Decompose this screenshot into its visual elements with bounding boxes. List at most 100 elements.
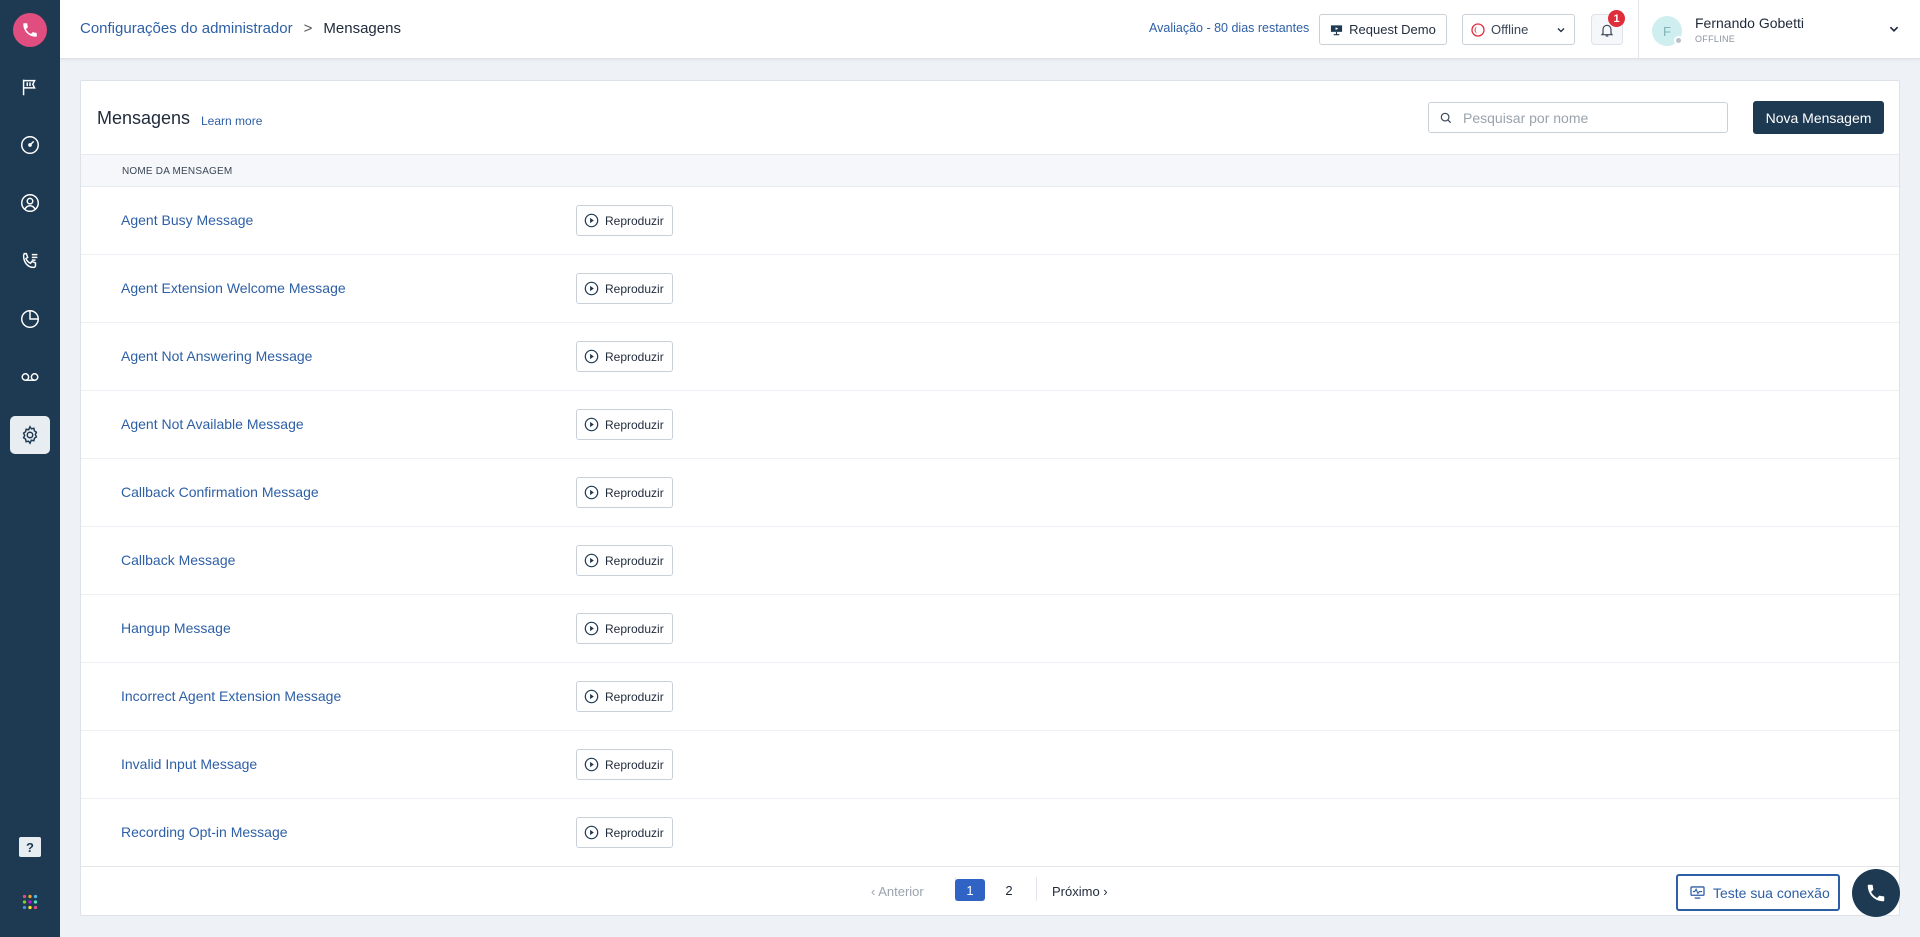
flag-icon xyxy=(22,79,36,96)
message-name-link[interactable]: Agent Not Available Message xyxy=(121,416,304,432)
request-demo-label: Request Demo xyxy=(1349,22,1436,37)
table-row: Recording Opt-in Message Reproduzir xyxy=(81,799,1899,867)
messages-card: Mensagens Learn more Nova Mensagem NOME … xyxy=(80,80,1900,916)
play-button[interactable]: Reproduzir xyxy=(576,613,673,644)
table-row: Hangup Message Reproduzir xyxy=(81,595,1899,663)
offline-status-icon xyxy=(1471,22,1485,37)
call-routing-icon xyxy=(22,252,38,269)
reports-icon xyxy=(21,310,39,328)
previous-page-button[interactable]: ‹ Anterior xyxy=(871,884,924,899)
play-circle-icon xyxy=(584,213,599,228)
voicemail-icon xyxy=(21,373,39,381)
pagination-divider xyxy=(1036,877,1037,901)
play-circle-icon xyxy=(584,281,599,296)
play-circle-icon xyxy=(584,621,599,636)
play-button-label: Reproduzir xyxy=(605,553,664,568)
play-button-label: Reproduzir xyxy=(605,689,664,704)
notifications-badge: 1 xyxy=(1608,10,1625,27)
message-name-link[interactable]: Incorrect Agent Extension Message xyxy=(121,688,341,704)
play-button[interactable]: Reproduzir xyxy=(576,749,673,780)
play-button[interactable]: Reproduzir xyxy=(576,273,673,304)
page-1-button[interactable]: 1 xyxy=(955,879,985,901)
play-circle-icon xyxy=(584,417,599,432)
search-icon xyxy=(1440,112,1452,123)
play-button[interactable]: Reproduzir xyxy=(576,477,673,508)
message-name-link[interactable]: Agent Not Answering Message xyxy=(121,348,312,364)
help-icon: ? xyxy=(19,837,41,857)
table-row: Incorrect Agent Extension Message Reprodu… xyxy=(81,663,1899,731)
help-button[interactable]: ? xyxy=(10,828,50,866)
sidebar-item-reports[interactable] xyxy=(10,300,50,338)
message-name-link[interactable]: Agent Extension Welcome Message xyxy=(121,280,346,296)
play-button[interactable]: Reproduzir xyxy=(576,341,673,372)
table-row: Agent Extension Welcome Message Reproduzi… xyxy=(81,255,1899,323)
messages-list: Agent Busy Message Reproduzir Agent Extens… xyxy=(81,187,1899,867)
play-button-label: Reproduzir xyxy=(605,825,664,840)
table-row: Callback Message Reproduzir xyxy=(81,527,1899,595)
play-circle-icon xyxy=(584,689,599,704)
sidebar-item-flag[interactable] xyxy=(10,68,50,106)
table-row: Agent Busy Message Reproduzir xyxy=(81,187,1899,255)
play-button-label: Reproduzir xyxy=(605,349,664,364)
play-circle-icon xyxy=(584,757,599,772)
play-button[interactable]: Reproduzir xyxy=(576,681,673,712)
apps-grid-button[interactable] xyxy=(10,883,50,921)
breadcrumb-admin-settings[interactable]: Configurações do administrador xyxy=(80,20,293,37)
message-name-link[interactable]: Hangup Message xyxy=(121,620,231,636)
sidebar-item-voicemail[interactable] xyxy=(10,358,50,396)
phone-icon[interactable] xyxy=(13,13,47,47)
play-button[interactable]: Reproduzir xyxy=(576,409,673,440)
message-name-link[interactable]: Invalid Input Message xyxy=(121,756,257,772)
sidebar-item-settings[interactable] xyxy=(10,416,50,454)
next-page-button[interactable]: Próximo › xyxy=(1052,884,1108,899)
play-button-label: Reproduzir xyxy=(605,757,664,772)
dialer-button[interactable] xyxy=(1852,869,1900,917)
trial-info-link[interactable]: Avaliação - 80 dias restantes xyxy=(1149,21,1309,35)
play-circle-icon xyxy=(584,553,599,568)
play-button-label: Reproduzir xyxy=(605,621,664,636)
request-demo-button[interactable]: Request Demo xyxy=(1319,14,1447,45)
play-button[interactable]: Reproduzir xyxy=(576,817,673,848)
message-name-link[interactable]: Agent Busy Message xyxy=(121,212,253,228)
play-button[interactable]: Reproduzir xyxy=(576,205,673,236)
table-row: Invalid Input Message Reproduzir xyxy=(81,731,1899,799)
breadcrumb-separator: > xyxy=(303,20,313,37)
table-header: NOME DA MENSAGEM xyxy=(81,154,1899,187)
table-row: Agent Not Answering Message Reproduzir xyxy=(81,323,1899,391)
play-button-label: Reproduzir xyxy=(605,417,664,432)
top-bar: Configurações do administrador > Mensage… xyxy=(60,0,1920,59)
message-name-link[interactable]: Recording Opt-in Message xyxy=(121,824,288,840)
page-2-button[interactable]: 2 xyxy=(994,879,1024,901)
sidebar-item-users[interactable] xyxy=(10,184,50,222)
message-name-link[interactable]: Callback Confirmation Message xyxy=(121,484,319,500)
presentation-icon xyxy=(1331,24,1343,35)
play-circle-icon xyxy=(584,485,599,500)
status-dropdown[interactable]: Offline xyxy=(1462,14,1575,45)
search-box[interactable] xyxy=(1428,102,1728,133)
presence-dot xyxy=(1674,36,1683,45)
play-button-label: Reproduzir xyxy=(605,485,664,500)
table-row: Agent Not Available Message Reproduzir xyxy=(81,391,1899,459)
sidebar-item-dashboard[interactable] xyxy=(10,126,50,164)
test-connection-button[interactable]: Teste sua conexão xyxy=(1676,874,1840,911)
new-message-button[interactable]: Nova Mensagem xyxy=(1753,101,1884,134)
play-button-label: Reproduzir xyxy=(605,281,664,296)
learn-more-link[interactable]: Learn more xyxy=(201,114,262,128)
user-name[interactable]: Fernando Gobetti xyxy=(1695,15,1804,31)
settings-icon xyxy=(22,425,38,445)
user-menu-chevron-icon[interactable] xyxy=(1888,22,1900,40)
phone-icon xyxy=(1867,884,1885,902)
dashboard-icon xyxy=(21,136,39,154)
play-circle-icon xyxy=(584,825,599,840)
chevron-down-icon xyxy=(1557,27,1565,32)
page-title: Mensagens xyxy=(97,108,191,128)
test-connection-label: Teste sua conexão xyxy=(1713,884,1830,901)
message-name-link[interactable]: Callback Message xyxy=(121,552,235,568)
breadcrumb: Configurações do administrador > Mensage… xyxy=(80,20,401,37)
topbar-divider xyxy=(1638,0,1639,59)
breadcrumb-current: Mensagens xyxy=(323,20,401,37)
play-button[interactable]: Reproduzir xyxy=(576,545,673,576)
search-input[interactable] xyxy=(1463,109,1703,126)
play-circle-icon xyxy=(584,349,599,364)
sidebar-item-call-routing[interactable] xyxy=(10,242,50,280)
